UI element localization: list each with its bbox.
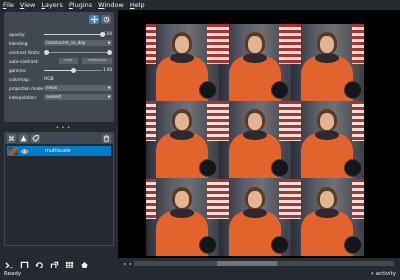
- trash-icon: [104, 134, 109, 142]
- layer-thumbnail: [9, 147, 18, 155]
- blending-select[interactable]: translucent_no_dep ▼: [44, 40, 112, 46]
- chevron-down-icon: ▼: [107, 95, 111, 99]
- eye-icon[interactable]: [21, 148, 28, 155]
- interpolation-select[interactable]: nearest ▼: [44, 94, 112, 100]
- play-icon[interactable]: ▸: [124, 261, 126, 266]
- auto-contrast-continuous-button[interactable]: continuous: [82, 58, 112, 64]
- image-tile: [291, 178, 364, 256]
- image-tile: [291, 101, 364, 179]
- opacity-row: opacity: 1.00: [9, 30, 112, 38]
- dimension-slider-handle[interactable]: [217, 260, 278, 266]
- menu-plugins[interactable]: Plugins: [69, 0, 92, 10]
- contrast-limits-row: contrast limits:: [9, 48, 112, 56]
- menu-view[interactable]: View: [20, 0, 35, 10]
- contrast-max-handle[interactable]: [107, 49, 112, 55]
- gamma-slider-handle[interactable]: [70, 67, 76, 73]
- menu-window[interactable]: Window: [98, 0, 124, 10]
- gamma-slider[interactable]: 1.00: [44, 66, 112, 74]
- status-bar: Ready • activity: [0, 268, 400, 280]
- chevron-down-icon: ▼: [107, 41, 111, 45]
- transform-icon: [103, 16, 109, 23]
- blending-label: blending:: [9, 40, 29, 46]
- step-back-icon[interactable]: ◂: [129, 261, 131, 266]
- move-icon: [90, 16, 98, 23]
- auto-contrast-label: auto-contrast:: [9, 58, 39, 64]
- blending-row: blending: translucent_no_dep ▼: [9, 39, 112, 47]
- auto-contrast-row: auto-contrast: once continuous: [9, 57, 112, 65]
- layer-buttons-bar: [4, 132, 114, 144]
- pan-zoom-button[interactable]: [89, 15, 99, 24]
- blending-value: translucent_no_dep: [46, 40, 86, 45]
- image-tile: [291, 24, 364, 102]
- contrast-min-handle[interactable]: [44, 49, 49, 55]
- shapes-icon: [20, 135, 27, 141]
- dimension-slider[interactable]: [134, 260, 394, 266]
- new-shapes-layer-button[interactable]: [19, 133, 28, 143]
- dimension-slider-bar: ▸ ◂: [118, 258, 400, 268]
- left-dock: opacity: 1.00 blending: translucent_no_d…: [0, 10, 118, 269]
- projection-mode-row: projection mode: mean ▼: [9, 84, 112, 92]
- contrast-limits-label: contrast limits:: [9, 49, 41, 55]
- multiscale-image: [146, 24, 364, 256]
- menu-help[interactable]: Help: [130, 0, 145, 10]
- layer-name: multiscale: [45, 148, 71, 154]
- auto-contrast-once-button[interactable]: once: [58, 58, 79, 64]
- new-points-layer-button[interactable]: [7, 133, 16, 143]
- activity-button[interactable]: • activity: [371, 271, 396, 277]
- menu-bar: File View Layers Plugins Window Help: [0, 0, 400, 10]
- splitter-handle[interactable]: • • •: [56, 125, 71, 131]
- opacity-slider[interactable]: 1.00: [44, 30, 112, 38]
- image-tile: [146, 101, 219, 179]
- colormap-value: RGB: [44, 76, 54, 82]
- interpolation-value: nearest: [46, 94, 62, 99]
- projection-mode-label: projection mode:: [9, 85, 45, 91]
- image-tile: [218, 101, 292, 179]
- layer-item[interactable]: multiscale: [7, 146, 111, 156]
- layer-controls-panel: opacity: 1.00 blending: translucent_no_d…: [4, 12, 114, 122]
- status-text: Ready: [4, 271, 22, 277]
- menu-layers[interactable]: Layers: [41, 0, 63, 10]
- chevron-down-icon: ▼: [107, 86, 111, 90]
- interpolation-label: interpolation:: [9, 94, 38, 100]
- gamma-label: gamma:: [9, 67, 27, 73]
- image-tile: [146, 178, 219, 256]
- projection-mode-value: mean: [46, 85, 58, 90]
- interpolation-row: interpolation: nearest ▼: [9, 93, 112, 101]
- menu-file[interactable]: File: [3, 0, 14, 10]
- colormap-label: colormap:: [9, 76, 30, 82]
- transform-button[interactable]: [101, 15, 111, 24]
- viewer-canvas[interactable]: [118, 10, 400, 258]
- new-labels-layer-button[interactable]: [31, 133, 40, 143]
- opacity-value: 1.00: [103, 31, 112, 36]
- layer-list: multiscale: [4, 144, 114, 246]
- points-icon: [9, 135, 14, 141]
- labels-icon: [32, 134, 39, 142]
- delete-layer-button[interactable]: [102, 133, 111, 143]
- gamma-row: gamma: 1.00: [9, 66, 112, 74]
- image-tile: [218, 178, 292, 256]
- opacity-label: opacity:: [9, 31, 26, 37]
- image-tile: [218, 24, 292, 102]
- gamma-value: 1.00: [103, 67, 112, 72]
- projection-mode-select[interactable]: mean ▼: [44, 85, 112, 91]
- colormap-row: colormap: RGB: [9, 75, 112, 83]
- image-tile: [146, 24, 219, 102]
- contrast-limits-slider[interactable]: [44, 48, 112, 56]
